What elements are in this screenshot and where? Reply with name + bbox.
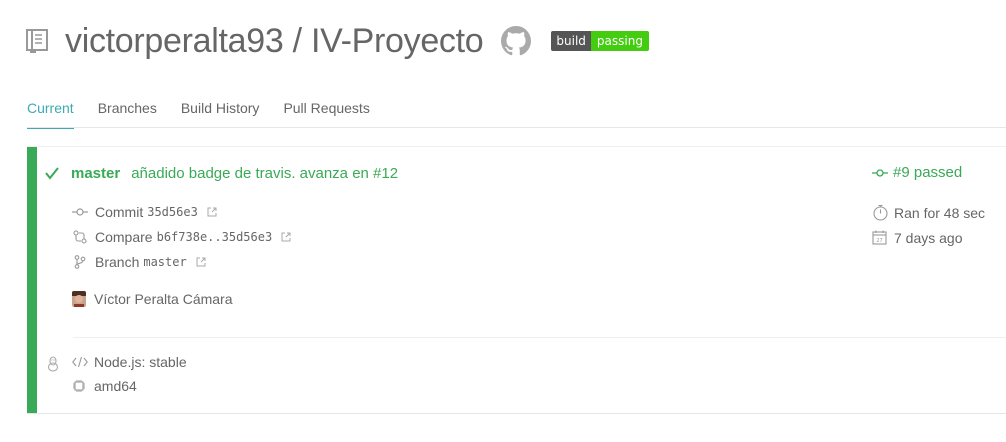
compare-icon	[72, 229, 88, 245]
author-name: Víctor Peralta Cámara	[94, 291, 233, 307]
tabs-divider	[27, 127, 1006, 128]
check-icon	[43, 164, 61, 182]
finished-row: 27 7 days ago	[872, 229, 963, 246]
svg-text:27: 27	[876, 238, 882, 244]
arch-row: amd64	[72, 378, 137, 394]
branch-icon	[72, 254, 88, 270]
language-text: Node.js: stable	[94, 354, 187, 370]
compare-row: Compare b6f738e..35d56e3	[72, 229, 291, 245]
finished-text: 7 days ago	[894, 229, 963, 246]
branch-row: Branch master	[72, 254, 206, 270]
duration-text: Ran for 48 sec	[894, 204, 986, 221]
commit-label: Commit	[95, 204, 144, 220]
branch-value[interactable]: master	[143, 255, 186, 269]
tab-build-history[interactable]: Build History	[181, 100, 260, 129]
build-card: master añadido badge de travis. avanza e…	[27, 146, 1006, 414]
language-row: Node.js: stable	[72, 354, 187, 370]
repo-header: victorperalta93 / IV-Proyecto build pass…	[26, 18, 649, 64]
external-link-icon[interactable]	[281, 232, 291, 242]
stopwatch-icon	[872, 204, 889, 221]
build-status-badge[interactable]: build passing	[551, 31, 649, 51]
commit-icon	[72, 204, 88, 220]
section-divider	[73, 337, 1006, 338]
arch-text: amd64	[94, 378, 137, 394]
tab-branches[interactable]: Branches	[98, 100, 157, 129]
compare-range[interactable]: b6f738e..35d56e3	[157, 230, 273, 244]
author-row: Víctor Peralta Cámara	[72, 291, 233, 307]
linux-icon	[46, 356, 60, 372]
avatar	[72, 291, 86, 307]
repo-title[interactable]: victorperalta93 / IV-Proyecto	[65, 22, 484, 61]
tab-pull-requests[interactable]: Pull Requests	[283, 100, 369, 129]
commit-sha[interactable]: 35d56e3	[147, 205, 198, 219]
compare-label: Compare	[95, 229, 153, 245]
tab-bar: Current Branches Build History Pull Requ…	[27, 100, 394, 129]
build-number-label: #9 passed	[893, 164, 963, 181]
tab-current[interactable]: Current	[27, 100, 74, 129]
badge-status: passing	[590, 31, 649, 51]
duration-row: Ran for 48 sec	[872, 204, 985, 221]
commit-message: añadido badge de travis. avanza en #12	[131, 164, 399, 182]
calendar-icon: 27	[872, 229, 889, 246]
github-icon[interactable]	[501, 26, 532, 56]
build-number[interactable]: #9 passed	[872, 164, 962, 181]
cpu-icon	[72, 378, 88, 394]
build-header: master añadido badge de travis. avanza e…	[43, 164, 398, 182]
repo-icon	[26, 28, 50, 54]
code-icon	[72, 354, 88, 370]
badge-label: build	[551, 31, 591, 51]
external-link-icon[interactable]	[196, 257, 206, 267]
external-link-icon[interactable]	[207, 207, 217, 217]
status-bar	[27, 147, 37, 413]
branch-name[interactable]: master	[71, 165, 120, 182]
branch-label: Branch	[95, 254, 140, 270]
commit-row: Commit 35d56e3	[72, 204, 217, 220]
